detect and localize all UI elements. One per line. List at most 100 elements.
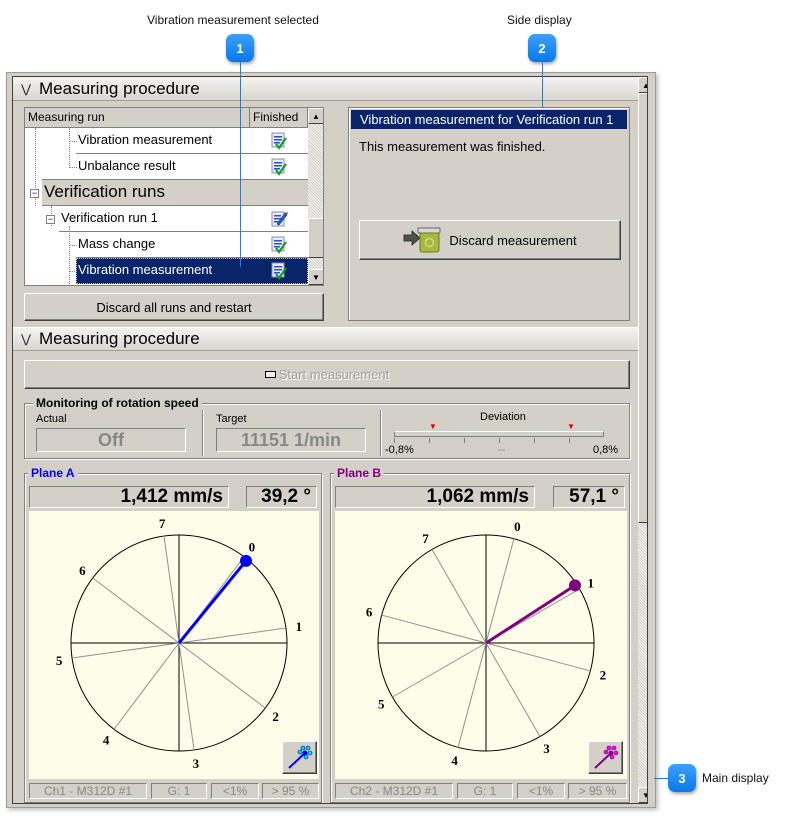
discard-all-runs-button[interactable]: Discard all runs and restart: [24, 293, 324, 321]
start-measurement-label: Start measurement: [278, 367, 390, 382]
tree-row-vibration-measurement-selected[interactable]: Vibration measurement: [25, 258, 308, 284]
callout-1-label: Vibration measurement selected: [147, 13, 319, 27]
position-label: 1: [588, 576, 595, 591]
separator: [380, 410, 381, 456]
deviation-ticks: [394, 438, 604, 443]
plane-a-gain: G: 1: [151, 783, 207, 799]
scroll-down-button[interactable]: ▼: [308, 269, 323, 285]
plane-b-angle: 57,1 °: [553, 486, 625, 508]
deviation-gauge: [394, 431, 604, 437]
discard-all-runs-label: Discard all runs and restart: [96, 299, 252, 315]
tree-row-vibration-measurement[interactable]: Vibration measurement: [25, 128, 308, 154]
discard-bin-icon: [404, 227, 441, 253]
callout-2-badge: 2: [528, 34, 556, 62]
position-spoke: [178, 627, 287, 644]
plane-b-channel: Ch2 - M312D #1: [335, 783, 453, 799]
actual-speed-value: Off: [98, 430, 124, 450]
collapse-toggle-icon[interactable]: −: [30, 189, 39, 198]
main-scroll-up-button[interactable]: ▲: [638, 77, 647, 93]
position-spoke: [113, 642, 180, 730]
position-spoke: [431, 549, 487, 644]
plane-b-display-mode-button[interactable]: [588, 741, 623, 774]
position-label: 2: [600, 667, 607, 682]
plane-b-amplitude: 1,062 mm/s: [335, 486, 535, 508]
position-label: 3: [543, 741, 550, 756]
main-scroll-thumb[interactable]: [638, 93, 647, 523]
callout-1-line: [240, 62, 241, 267]
plane-b-gain: G: 1: [457, 783, 513, 799]
start-measurement-button[interactable]: Start measurement: [24, 360, 630, 389]
tree-row-mass-change[interactable]: Mass change: [25, 232, 308, 258]
target-speed-value: 11151 1/min: [240, 430, 342, 450]
callout-3-badge: 3: [668, 764, 696, 792]
tree-group-verification-runs[interactable]: − Verification runs: [25, 180, 308, 206]
target-speed-field: 11151 1/min: [216, 428, 366, 452]
actual-label: Actual: [36, 413, 67, 425]
separator: [202, 410, 203, 456]
plane-a-angle: 39,2 °: [246, 486, 317, 508]
rotation-speed-monitor: Monitoring of rotation speed Actual Off …: [24, 396, 630, 459]
tree-scrollbar[interactable]: ▲ ▼: [308, 108, 323, 285]
position-label: 1: [296, 619, 303, 634]
collapse-chevron-icon[interactable]: ⋁: [13, 332, 39, 346]
position-spoke: [178, 642, 266, 709]
position-label: 4: [451, 753, 458, 768]
position-spoke: [485, 642, 541, 737]
side-display: Vibration measurement for Verification r…: [348, 107, 630, 321]
top-section-title: Measuring procedure: [39, 78, 200, 98]
callout-3-label: Main display: [702, 771, 769, 785]
position-label: 5: [56, 653, 63, 668]
finished-check-icon: [271, 158, 287, 176]
collapse-toggle-icon[interactable]: −: [46, 215, 55, 224]
position-spoke: [92, 577, 180, 644]
scroll-up-button[interactable]: ▲: [308, 108, 323, 124]
bottom-section-header[interactable]: ⋁ Measuring procedure: [13, 327, 638, 351]
main-scrollbar[interactable]: ▲ ▼: [638, 77, 647, 803]
plane-a-title: Plane A: [28, 466, 78, 480]
plane-a-polar-plot[interactable]: 0 1 2 3 4 5 6 7: [29, 511, 319, 779]
side-display-title: Vibration measurement for Verification r…: [351, 110, 627, 129]
position-spoke: [381, 614, 487, 644]
vibration-vector-tip: [568, 579, 581, 592]
bottom-section-title: Measuring procedure: [39, 329, 200, 348]
vibration-vector: [177, 559, 248, 644]
plane-b-threshold: <1%: [517, 783, 565, 799]
column-header-measuring-run[interactable]: Measuring run: [25, 108, 250, 128]
top-section-header[interactable]: ⋁ Measuring procedure: [13, 77, 638, 101]
position-spoke: [71, 642, 180, 659]
monitor-title: Monitoring of rotation speed: [33, 396, 202, 410]
discard-measurement-button[interactable]: Discard measurement: [359, 220, 621, 260]
deviation-value: --: [498, 444, 506, 456]
actual-speed-field: Off: [36, 428, 186, 452]
deviation-label: Deviation: [480, 411, 526, 423]
plane-a-quality: > 95 %: [262, 783, 319, 799]
position-label: 0: [249, 539, 256, 554]
scroll-thumb[interactable]: [308, 218, 323, 258]
plane-b-polar-plot[interactable]: 0 1 2 3 4 5 6 7: [335, 511, 627, 779]
plane-a-amplitude: 1,412 mm/s: [29, 486, 229, 508]
collapse-chevron-icon[interactable]: ⋁: [13, 82, 39, 96]
discard-measurement-label: Discard measurement: [449, 232, 577, 248]
deviation-min-label: -0,8%: [385, 444, 414, 456]
tree-row-unbalance-result[interactable]: Unbalance result: [25, 154, 308, 180]
target-label: Target: [216, 413, 247, 425]
edit-pencil-icon: [271, 211, 288, 227]
tree-row-verification-run-1[interactable]: − Verification run 1: [25, 206, 308, 232]
plane-b-title: Plane B: [334, 466, 385, 480]
deviation-limit-low-marker-icon: ▼: [429, 422, 437, 431]
plane-a-channel: Ch1 - M312D #1: [29, 783, 147, 799]
main-scroll-down-button[interactable]: ▼: [638, 787, 647, 803]
plane-b-quality: > 95 %: [568, 783, 627, 799]
deviation-limit-high-marker-icon: ▼: [567, 422, 575, 431]
tree-row-label: Vibration measurement: [78, 262, 213, 277]
plane-a-display-mode-button[interactable]: [282, 741, 317, 774]
position-spoke: [178, 642, 195, 751]
measuring-run-tree[interactable]: Measuring run Finished Vibration measure…: [24, 107, 324, 286]
polar-mode-icon: [593, 745, 618, 769]
column-header-finished[interactable]: Finished: [250, 108, 308, 128]
position-label: 7: [159, 516, 166, 531]
side-display-message: This measurement was finished.: [359, 139, 546, 154]
main-panel: ⋁ Measuring procedure Measuring run Fini…: [12, 76, 648, 804]
plane-a-threshold: <1%: [211, 783, 259, 799]
position-spoke: [485, 642, 591, 672]
